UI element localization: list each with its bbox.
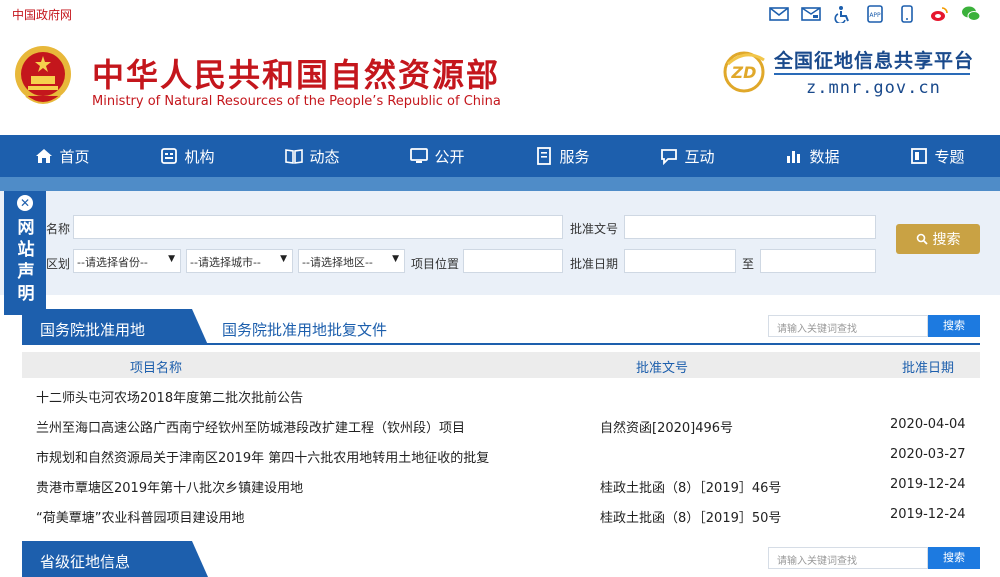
nav-label: 首页 xyxy=(59,147,90,166)
main-nav: 首页 机构 动态 公开 服务 互动 数据 专题 xyxy=(0,135,1000,177)
approval-no-label: 批准文号 xyxy=(570,222,619,236)
table-header: 项目名称 批准文号 批准日期 xyxy=(22,352,980,378)
message-icon[interactable] xyxy=(800,4,822,24)
nav-label: 服务 xyxy=(559,147,590,166)
tab-state-council-land[interactable]: 国务院批准用地 xyxy=(22,309,208,345)
state-council-section-header: 国务院批准用地 国务院批准用地批复文件 请输入关键词查找 搜索 xyxy=(22,309,980,345)
nav-item-public[interactable]: 公开 xyxy=(375,135,500,177)
nav-item-topic[interactable]: 专题 xyxy=(875,135,1000,177)
province-select[interactable]: --请选择省份-- ▼ xyxy=(73,249,181,273)
approval-no: 桂政土批函（8）［2019］46号 xyxy=(600,481,782,496)
approval-no-input[interactable] xyxy=(624,215,876,239)
nav-label: 机构 xyxy=(184,147,215,166)
table-row[interactable]: 兰州至海口高速公路广西南宁经钦州至防城港段改扩建工程（钦州段）项目 自然资函[2… xyxy=(22,411,980,441)
section-divider xyxy=(22,343,980,345)
project-name[interactable]: 贵港市覃塘区2019年第十八批次乡镇建设用地 xyxy=(36,477,303,496)
platform-divider xyxy=(774,73,970,75)
search-button[interactable]: 搜索 xyxy=(896,224,980,254)
nav-item-org[interactable]: 机构 xyxy=(125,135,250,177)
project-name[interactable]: 市规划和自然资源局关于津南区2019年 第四十六批农用地转用土地征收的批复 xyxy=(36,447,489,466)
ministry-en-title: Ministry of Natural Resources of the Peo… xyxy=(92,94,501,109)
district-select[interactable]: --请选择地区-- ▼ xyxy=(298,249,405,273)
tab-state-council-docs[interactable]: 国务院批准用地批复文件 xyxy=(222,319,387,340)
nav-item-service[interactable]: 服务 xyxy=(500,135,625,177)
home-icon xyxy=(36,149,53,163)
col-project-name: 项目名称 xyxy=(130,361,183,376)
nav-label: 数据 xyxy=(809,147,840,166)
approval-date: 2019-12-24 xyxy=(890,477,966,492)
location-input[interactable] xyxy=(463,249,563,273)
nav-item-data[interactable]: 数据 xyxy=(750,135,875,177)
site-header: 中华人民共和国自然资源部 Ministry of Natural Resourc… xyxy=(0,30,1000,135)
site-statement-panel[interactable]: ✕ 网站声明 xyxy=(4,191,46,315)
national-emblem-icon xyxy=(15,46,71,104)
approval-date: 2020-04-04 xyxy=(890,417,966,432)
search-icon xyxy=(916,233,928,245)
provincial-section-header: 省级征地信息 请输入关键词查找 搜索 xyxy=(22,541,980,577)
book-icon xyxy=(285,149,304,164)
top-icon-group: APP xyxy=(768,4,982,24)
table-row[interactable]: 贵港市覃塘区2019年第十八批次乡镇建设用地 桂政土批函（8）［2019］46号… xyxy=(22,471,980,501)
weibo-icon[interactable] xyxy=(928,4,950,24)
bar-chart-icon xyxy=(787,151,801,163)
date-from-input[interactable] xyxy=(624,249,736,273)
nav-item-home[interactable]: 首页 xyxy=(0,135,125,177)
platform-title: 全国征地信息共享平台 xyxy=(774,50,975,72)
svg-text:APP: APP xyxy=(869,12,881,19)
date-label: 批准日期 xyxy=(570,257,619,271)
top-bar: 中国政府网 APP xyxy=(0,0,1000,30)
zd-logo-icon: ZD xyxy=(723,51,765,93)
project-name[interactable]: 十二师头屯河农场2018年度第二批次批前公告 xyxy=(36,387,303,406)
city-select[interactable]: --请选择城市-- ▼ xyxy=(186,249,293,273)
document-icon xyxy=(537,147,552,165)
nav-item-news[interactable]: 动态 xyxy=(250,135,375,177)
nav-label: 动态 xyxy=(309,147,340,166)
approval-no: 桂政土批函（8）［2019］50号 xyxy=(600,511,782,526)
table-row[interactable]: 市规划和自然资源局关于津南区2019年 第四十六批农用地转用土地征收的批复 20… xyxy=(22,441,980,471)
chat-icon xyxy=(661,149,678,165)
wechat-icon[interactable] xyxy=(960,4,982,24)
date-to-input[interactable] xyxy=(760,249,876,273)
nav-shadow xyxy=(0,177,1000,191)
site-statement-text[interactable]: 网站声明 xyxy=(15,217,37,305)
nav-label: 公开 xyxy=(434,147,465,166)
close-icon[interactable]: ✕ xyxy=(17,195,33,211)
approval-date: 2019-12-24 xyxy=(890,507,966,522)
mail-icon[interactable] xyxy=(768,4,790,24)
table-row[interactable]: “荷美覃塘”农业科普园项目建设用地 桂政土批函（8）［2019］50号 2019… xyxy=(22,501,980,531)
search-panel: 名称 批准文号 区划 --请选择省份-- ▼ --请选择城市-- ▼ --请选择地区… xyxy=(0,191,1000,295)
accessibility-icon[interactable] xyxy=(832,4,854,24)
location-label: 项目位置 xyxy=(411,257,460,271)
col-approval-no: 批准文号 xyxy=(636,361,689,376)
keyword-search-button[interactable]: 搜索 xyxy=(928,547,980,569)
nav-label: 互动 xyxy=(684,147,715,166)
nav-label: 专题 xyxy=(934,147,965,166)
table-row[interactable]: 十二师头屯河农场2018年度第二批次批前公告 xyxy=(22,381,980,411)
approval-date: 2020-03-27 xyxy=(890,447,966,462)
mobile-icon[interactable] xyxy=(896,4,918,24)
project-name[interactable]: “荷美覃塘”农业科普园项目建设用地 xyxy=(36,507,244,526)
keyword-search-input[interactable]: 请输入关键词查找 xyxy=(768,315,928,337)
app-icon[interactable]: APP xyxy=(864,4,886,24)
gov-site-link[interactable]: 中国政府网 xyxy=(12,6,72,23)
topic-icon xyxy=(911,148,928,164)
tab-provincial-land-info[interactable]: 省级征地信息 xyxy=(22,541,208,577)
keyword-search-button[interactable]: 搜索 xyxy=(928,315,980,337)
nav-item-interact[interactable]: 互动 xyxy=(625,135,750,177)
ministry-cn-title: 中华人民共和国自然资源部 xyxy=(92,56,501,94)
date-to-label: 至 xyxy=(742,257,755,271)
project-name[interactable]: 兰州至海口高速公路广西南宁经钦州至防城港段改扩建工程（钦州段）项目 xyxy=(36,417,465,436)
screen-icon xyxy=(410,148,429,163)
org-icon xyxy=(161,148,178,164)
region-label: 区划 xyxy=(46,257,71,271)
keyword-search-input[interactable]: 请输入关键词查找 xyxy=(768,547,928,569)
name-label: 名称 xyxy=(46,222,71,236)
svg-text:ZD: ZD xyxy=(731,63,757,82)
approval-no: 自然资函[2020]496号 xyxy=(600,421,734,436)
name-input[interactable] xyxy=(73,215,563,239)
col-approval-date: 批准日期 xyxy=(902,361,955,376)
platform-url[interactable]: z.mnr.gov.cn xyxy=(806,78,941,98)
